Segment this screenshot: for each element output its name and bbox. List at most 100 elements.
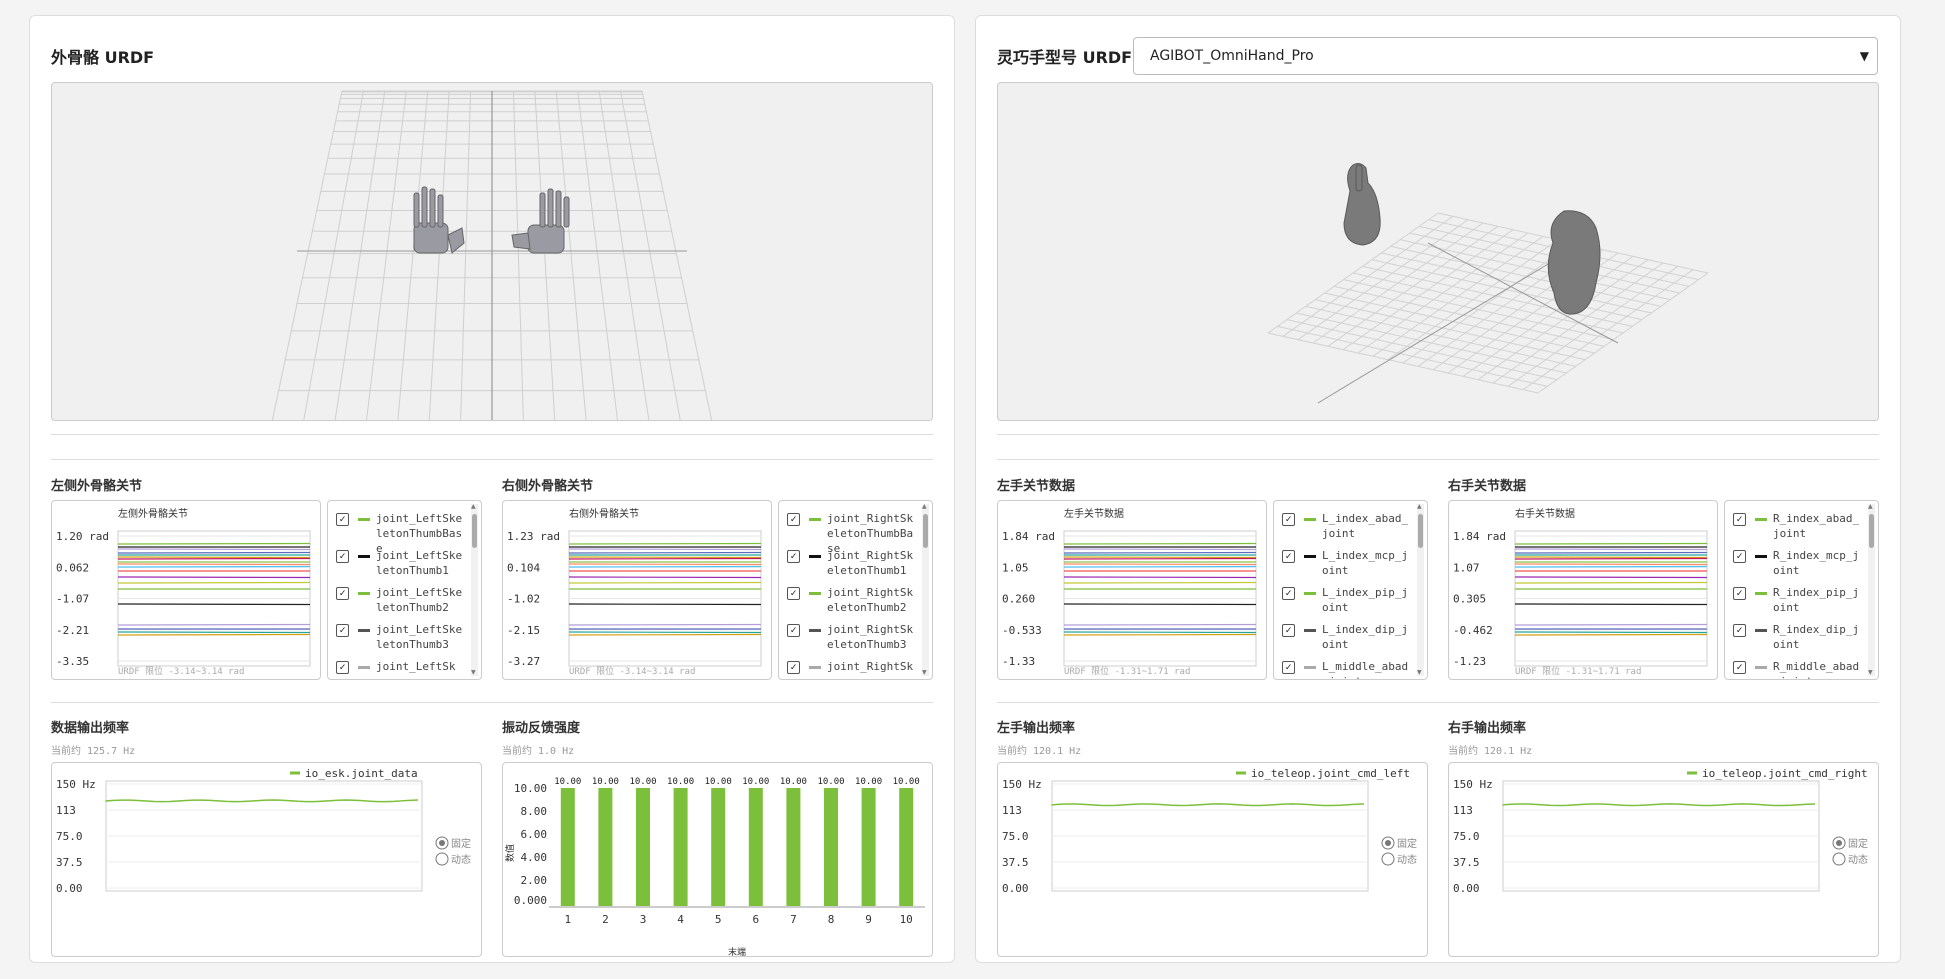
legend-label: R_index_abad_joint xyxy=(1773,512,1860,540)
y-tick: 37.5 xyxy=(56,856,83,869)
checkbox[interactable]: ✓ xyxy=(1733,550,1746,563)
vibration-bar-chart: 10.00 8.00 6.00 4.00 2.00 0.000 数值 10.00 1 10.00 2… xyxy=(502,762,933,957)
legend-label: L_index_pip_joint xyxy=(1322,586,1409,614)
radio-dynamic[interactable] xyxy=(1381,852,1395,866)
legend-item[interactable]: ✓ joint_RightSk xyxy=(787,657,913,679)
joint-series-line xyxy=(1063,576,1257,579)
legend-item[interactable]: ✓ L_index_mcp_joint xyxy=(1282,546,1408,580)
series-swatch xyxy=(1755,629,1767,632)
radio-dynamic-label: 动态 xyxy=(1397,853,1417,866)
left-freq-chart: 150 Hz 113 75.0 37.5 0.00 io_teleop.joint_cmd… xyxy=(997,762,1428,957)
y-tick: 1.07 xyxy=(1453,561,1480,574)
series-swatch xyxy=(358,555,370,558)
right-exo-section-title: 右侧外骨骼关节 xyxy=(502,479,594,494)
chart-footer: URDF 限位 -3.14~3.14 rad xyxy=(569,667,696,677)
joint-series-line xyxy=(117,551,311,554)
checkbox[interactable]: ✓ xyxy=(787,587,800,600)
legend-item[interactable]: ✓ joint_LeftSk xyxy=(336,657,460,679)
legend-item[interactable]: ✓ joint_LeftSkeletonThumb3 xyxy=(336,620,462,654)
right-freq-section-title: 右手输出频率 xyxy=(1448,721,1527,736)
radio-dynamic[interactable] xyxy=(435,852,449,866)
joint-series-line xyxy=(1514,548,1708,551)
left-hand-section-title: 左手关节数据 xyxy=(997,479,1076,494)
dexhand-3d-viewer[interactable] xyxy=(997,82,1879,421)
joint-series-line xyxy=(568,563,762,566)
joint-series-line xyxy=(117,576,311,579)
series-swatch xyxy=(358,592,370,595)
checkbox[interactable]: ✓ xyxy=(1282,624,1295,637)
legend-item[interactable]: ✓ joint_LeftSkeletonThumbBase xyxy=(336,509,462,555)
vibration-bar xyxy=(824,788,838,906)
y-tick: 0.00 xyxy=(56,882,83,895)
checkbox[interactable]: ✓ xyxy=(787,624,800,637)
y-tick: 8.00 xyxy=(521,805,548,818)
series-swatch xyxy=(1304,629,1316,632)
y-tick: 0.062 xyxy=(56,561,89,574)
dexhand-scene xyxy=(1267,163,1709,404)
series-swatch xyxy=(358,629,370,632)
checkbox[interactable]: ✓ xyxy=(1282,550,1295,563)
dexhand-title: 灵巧手型号 URDF xyxy=(997,48,1133,67)
series-swatch xyxy=(1304,518,1316,521)
radio-dynamic[interactable] xyxy=(1832,852,1846,866)
checkbox[interactable]: ✓ xyxy=(1733,587,1746,600)
radio-fixed-label: 固定 xyxy=(1397,837,1417,850)
legend-item[interactable]: ✓ L_index_abad_joint xyxy=(1282,509,1408,543)
checkbox[interactable]: ✓ xyxy=(336,550,349,563)
right-hand-joint-chart: 1.84 rad 1.07 0.305 -0.462 -1.23 右手关节数据 URDF… xyxy=(1448,500,1718,680)
checkbox[interactable]: ✓ xyxy=(787,550,800,563)
checkbox[interactable]: ✓ xyxy=(1733,513,1746,526)
legend-item[interactable]: ✓ joint_LeftSkeletonThumb2 xyxy=(336,583,462,617)
checkbox[interactable]: ✓ xyxy=(1733,661,1746,674)
right-hand-legend[interactable]: ✓ R_index_abad_joint ✓ R_index_mcp_joint ✓ R_… xyxy=(1724,500,1879,680)
legend-label: R_index_dip_joint xyxy=(1773,623,1860,651)
checkbox[interactable]: ✓ xyxy=(787,661,800,674)
hand-model-select[interactable]: AGIBOT_OmniHand_Pro ▼ xyxy=(1133,37,1878,75)
radio-fixed-label: 固定 xyxy=(451,837,471,850)
checkbox[interactable]: ✓ xyxy=(787,513,800,526)
y-tick: 2.00 xyxy=(521,874,548,887)
y-tick: -2.21 xyxy=(56,624,89,637)
legend-item[interactable]: ✓ joint_RightSkeletonThumb1 xyxy=(787,546,913,580)
exoskeleton-3d-viewer[interactable] xyxy=(51,82,933,421)
legend-scrollbar[interactable]: ▲ ▼ xyxy=(471,504,478,676)
legend-item[interactable]: ✓ L_index_pip_joint xyxy=(1282,583,1408,617)
legend-item[interactable]: ✓ R_index_dip_joint xyxy=(1733,620,1859,654)
y-tick: 0.00 xyxy=(1453,882,1480,895)
legend-item[interactable]: ✓ joint_RightSkeletonThumbBase xyxy=(787,509,913,555)
legend-label: joint_LeftSk xyxy=(376,660,456,673)
checkbox[interactable]: ✓ xyxy=(336,624,349,637)
legend-item[interactable]: ✓ L_index_dip_joint xyxy=(1282,620,1408,654)
legend-item[interactable]: ✓ joint_RightSkeletonThumb2 xyxy=(787,583,913,617)
bar-value-label: 10.00 xyxy=(780,777,807,787)
joint-series-line xyxy=(1063,633,1257,636)
vibration-bar xyxy=(748,788,763,906)
checkbox[interactable]: ✓ xyxy=(336,661,349,674)
legend-item[interactable]: ✓ joint_LeftSkeletonThumb1 xyxy=(336,546,462,580)
checkbox[interactable]: ✓ xyxy=(1282,587,1295,600)
checkbox[interactable]: ✓ xyxy=(1282,513,1295,526)
legend-scrollbar[interactable]: ▲ ▼ xyxy=(1868,504,1875,676)
joint-series-line xyxy=(117,557,311,560)
legend-label: joint_LeftSkeletonThumb2 xyxy=(376,586,463,614)
checkbox[interactable]: ✓ xyxy=(1282,661,1295,674)
legend-item[interactable]: ✓ R_index_abad_joint xyxy=(1733,509,1859,543)
joint-series-line xyxy=(1514,576,1708,579)
joint-series-line xyxy=(117,548,311,551)
legend-item[interactable]: ✓ R_index_mcp_joint xyxy=(1733,546,1859,580)
left-exo-legend[interactable]: ✓ joint_LeftSkeletonThumbBase ✓ joint_LeftS… xyxy=(327,500,482,680)
legend-scrollbar[interactable]: ▲ ▼ xyxy=(1417,504,1424,676)
left-hand-legend[interactable]: ✓ L_index_abad_joint ✓ L_index_mcp_joint ✓ L_… xyxy=(1273,500,1428,680)
checkbox[interactable]: ✓ xyxy=(336,587,349,600)
right-exo-legend[interactable]: ✓ joint_RightSkeletonThumbBase ✓ joint_Righ… xyxy=(778,500,933,680)
legend-item[interactable]: ✓ R_middle_abad_joint xyxy=(1733,657,1859,679)
legend-item[interactable]: ✓ L_middle_abad_joint xyxy=(1282,657,1408,679)
checkbox[interactable]: ✓ xyxy=(336,513,349,526)
checkbox[interactable]: ✓ xyxy=(1733,624,1746,637)
radio-fixed-label: 固定 xyxy=(1848,837,1868,850)
legend-item[interactable]: ✓ joint_RightSkeletonThumb3 xyxy=(787,620,913,654)
y-tick: -1.02 xyxy=(507,593,540,606)
legend-scrollbar[interactable]: ▲ ▼ xyxy=(922,504,929,676)
bar-value-label: 10.00 xyxy=(629,777,656,787)
legend-item[interactable]: ✓ R_index_pip_joint xyxy=(1733,583,1859,617)
